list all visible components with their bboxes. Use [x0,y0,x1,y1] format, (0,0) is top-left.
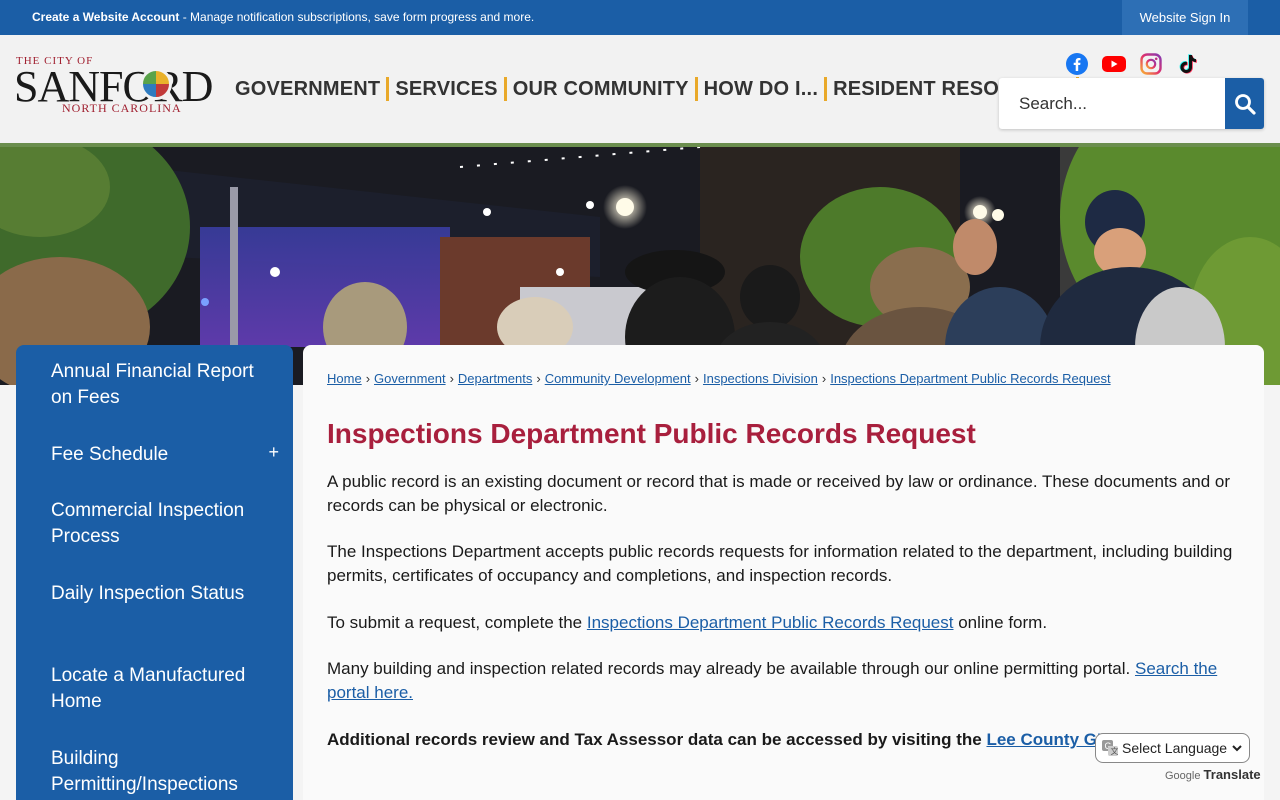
breadcrumb-separator: › [365,371,371,386]
account-notice: Create a Website Account - Manage notifi… [32,10,534,24]
nav-our-community[interactable]: OUR COMMUNITY [507,78,695,101]
breadcrumb-departments[interactable]: Departments [458,371,532,386]
sidebar-item-locate-manufactured-home[interactable]: Locate a Manufactured Home [51,663,261,715]
breadcrumb-separator: › [821,371,827,386]
logo-state-text: NORTH CAROLINA [62,101,182,115]
city-logo[interactable]: THE CITY OF SANFORD NORTH CAROLINA [14,55,219,125]
nav-how-do-i[interactable]: HOW DO I... [698,78,824,101]
nav-government[interactable]: GOVERNMENT [235,78,386,101]
breadcrumb: Home › Government › Departments › Community De… [327,371,1111,386]
sidebar-navigation: Annual Financial Report on Fees Fee Sche… [16,345,293,800]
website-sign-in-button[interactable]: Website Sign In [1122,0,1248,35]
main-navigation: GOVERNMENT SERVICES OUR COMMUNITY HOW DO… [235,75,1080,103]
breadcrumb-government[interactable]: Government [374,371,446,386]
google-translate-icon: G文 [1102,740,1118,756]
sidebar-item-annual-financial-report[interactable]: Annual Financial Report on Fees [51,359,261,411]
instagram-icon[interactable] [1139,52,1163,76]
social-links [1065,52,1200,76]
paragraph-submit-request: To submit a request, complete the Inspec… [327,611,1242,635]
breadcrumb-inspections-division[interactable]: Inspections Division [703,371,818,386]
language-select[interactable]: G文 Select Language [1095,733,1250,763]
sidebar-item-building-permitting[interactable]: Building Permitting/Inspections [51,746,261,798]
chevron-down-icon [1232,745,1242,752]
page-title: Inspections Department Public Records Re… [327,418,976,449]
facebook-icon[interactable] [1065,52,1089,76]
youtube-icon[interactable] [1102,52,1126,76]
svg-text:文: 文 [1111,746,1119,756]
search-icon [1234,93,1256,115]
submit-text: To submit a request, complete the [327,613,587,632]
site-search [999,78,1264,129]
portal-text: Many building and inspection related rec… [327,659,1135,678]
breadcrumb-community-development[interactable]: Community Development [545,371,691,386]
sidebar-item-commercial-inspection[interactable]: Commercial Inspection Process [51,498,261,550]
google-wordmark: Google [1165,770,1201,782]
tax-assessor-text: Additional records review and Tax Assess… [327,730,987,749]
translate-label: Translate [1203,767,1261,782]
nav-services[interactable]: SERVICES [389,78,503,101]
submit-text-end: online form. [953,613,1048,632]
sidebar-item-daily-inspection-status[interactable]: Daily Inspection Status [51,581,261,607]
top-notification-bar: Create a Website Account - Manage notifi… [0,0,1280,35]
language-select-label: Select Language [1122,740,1228,756]
search-input[interactable] [999,78,1225,129]
breadcrumb-separator: › [449,371,454,386]
tiktok-icon[interactable] [1176,52,1200,76]
paragraph-permitting-portal: Many building and inspection related rec… [327,657,1242,705]
breadcrumb-current-page[interactable]: Inspections Department Public Records Re… [830,371,1110,386]
sidebar-item-fee-schedule[interactable]: Fee Schedule [51,442,261,468]
expand-toggle-icon[interactable]: + [268,442,279,463]
main-content: Home › Government › Departments › Community De… [303,345,1264,800]
paragraph-department-requests: The Inspections Department accepts publi… [327,542,1233,585]
create-account-link[interactable]: Create a Website Account [32,10,179,24]
breadcrumb-home[interactable]: Home [327,371,362,386]
site-header: THE CITY OF SANFORD NORTH CAROLINA GOVER… [0,35,1280,143]
logo-wheel-icon [140,68,172,100]
account-notice-text: - Manage notification subscriptions, sav… [179,10,535,24]
breadcrumb-separator: › [536,371,541,386]
breadcrumb-separator: › [694,371,699,386]
powered-by-google-translate[interactable]: Google Translate [1165,767,1261,782]
paragraph-public-record: A public record is an existing document … [327,472,1231,515]
search-button[interactable] [1225,78,1264,129]
records-request-form-link[interactable]: Inspections Department Public Records Re… [587,613,954,632]
